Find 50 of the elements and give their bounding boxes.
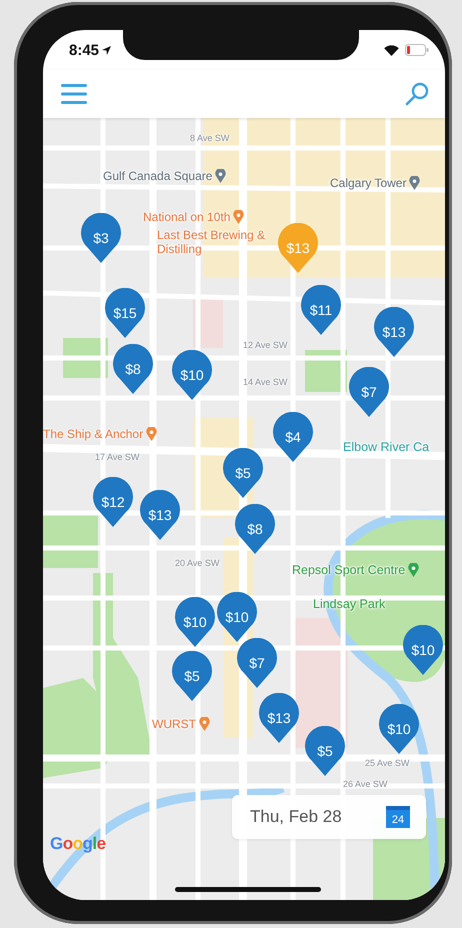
map-label: 12 Ave SW xyxy=(243,340,288,350)
map-label: Gulf Canada Square xyxy=(103,169,212,183)
map-label: 14 Ave SW xyxy=(243,377,288,387)
map-label: 17 Ave SW xyxy=(95,452,140,462)
calendar-icon: 24 xyxy=(386,806,410,828)
price-pin[interactable]: $10 xyxy=(217,592,257,642)
map-label: Lindsay Park xyxy=(313,597,386,611)
price-pin[interactable]: $10 xyxy=(172,350,212,400)
place-marker-icon xyxy=(233,210,244,224)
price-pin[interactable]: $10 xyxy=(379,704,419,754)
map-label: National on 10th xyxy=(143,210,230,224)
map-label: Elbow River Ca xyxy=(343,440,430,454)
map-label: 8 Ave SW xyxy=(190,133,230,143)
price-pin[interactable]: $4 xyxy=(273,412,313,462)
price-pin[interactable]: $12 xyxy=(93,477,133,527)
price-pin[interactable]: $15 xyxy=(105,288,145,338)
location-arrow-icon xyxy=(102,46,112,54)
map-label: 20 Ave SW xyxy=(175,558,220,568)
price-pin[interactable]: $10 xyxy=(403,625,443,675)
status-time: 8:45 xyxy=(69,42,100,58)
map-label: 26 Ave SW xyxy=(343,779,388,789)
price-pin[interactable]: $5 xyxy=(305,726,345,776)
date-picker[interactable]: Thu, Feb 28 24 xyxy=(232,795,426,839)
price-pin[interactable]: $13 xyxy=(140,490,180,540)
price-pin[interactable]: $7 xyxy=(237,638,277,688)
place-marker-icon xyxy=(146,427,158,441)
battery-icon xyxy=(405,44,429,56)
map-label: WURST xyxy=(152,717,196,731)
price-pin[interactable]: $8 xyxy=(235,504,275,554)
place-marker-icon xyxy=(408,563,420,577)
price-pin[interactable]: $5 xyxy=(172,651,212,701)
price-pin[interactable]: $13 xyxy=(259,693,299,743)
price-pin[interactable]: $13 xyxy=(374,307,414,357)
map-label: Last Best Brewing & Distilling xyxy=(157,228,266,256)
price-pin[interactable]: $10 xyxy=(175,597,215,647)
place-marker-icon xyxy=(215,169,226,183)
map-label: 25 Ave SW xyxy=(365,758,410,768)
price-pin[interactable]: $11 xyxy=(301,285,341,335)
price-pin[interactable]: $5 xyxy=(223,448,263,498)
price-pin[interactable]: $3 xyxy=(81,213,121,263)
google-logo: Google xyxy=(50,834,106,854)
map-label: The Ship & Anchor xyxy=(43,427,144,441)
place-marker-icon xyxy=(199,717,210,731)
wifi-icon xyxy=(384,44,399,56)
search-button[interactable] xyxy=(403,80,431,108)
price-pin[interactable]: $8 xyxy=(113,344,153,394)
place-marker-icon xyxy=(409,176,420,190)
price-pin[interactable]: $7 xyxy=(349,367,389,417)
menu-button[interactable] xyxy=(59,81,89,107)
map-label: Calgary Tower xyxy=(330,176,406,190)
